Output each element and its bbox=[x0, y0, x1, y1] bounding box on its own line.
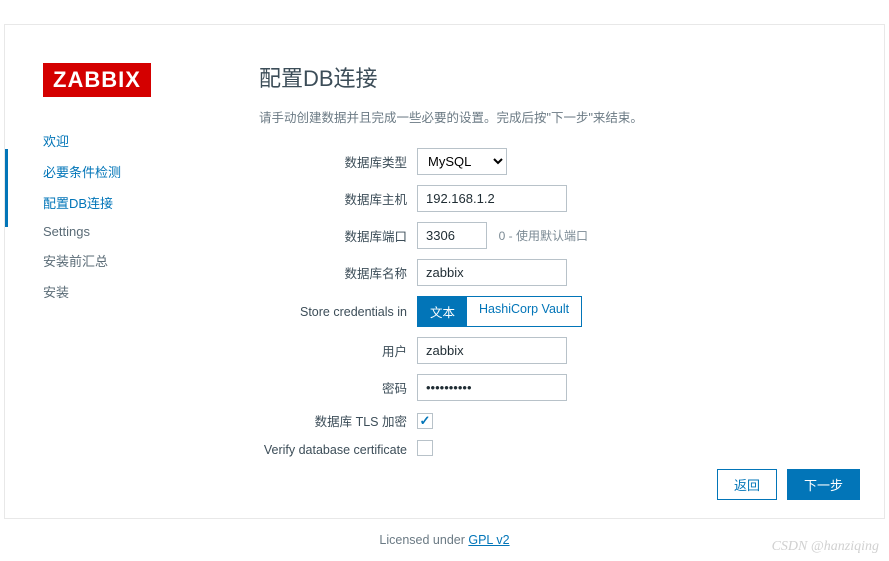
watermark: CSDN @hanziqing bbox=[772, 539, 879, 555]
label-db-type: 数据库类型 bbox=[259, 152, 417, 171]
cred-vault-button[interactable]: HashiCorp Vault bbox=[467, 297, 581, 326]
gpl-link[interactable]: GPL v2 bbox=[468, 533, 509, 547]
tls-checkbox[interactable] bbox=[417, 413, 433, 429]
port-hint: 0 - 使用默认端口 bbox=[499, 229, 588, 243]
nav-summary[interactable]: 安装前汇总 bbox=[43, 245, 235, 276]
db-name-input[interactable] bbox=[417, 259, 567, 286]
next-button[interactable]: 下一步 bbox=[787, 469, 860, 500]
nav-prereq[interactable]: 必要条件检测 bbox=[43, 156, 235, 187]
setup-nav: 欢迎 必要条件检测 配置DB连接 Settings 安装前汇总 安装 bbox=[43, 125, 235, 307]
nav-settings[interactable]: Settings bbox=[43, 218, 235, 245]
label-tls: 数据库 TLS 加密 bbox=[259, 411, 417, 430]
label-store-cred: Store credentials in bbox=[259, 305, 417, 319]
db-password-input[interactable] bbox=[417, 374, 567, 401]
nav-welcome[interactable]: 欢迎 bbox=[43, 125, 235, 156]
license-footer: Licensed under GPL v2 bbox=[4, 533, 885, 547]
label-db-name: 数据库名称 bbox=[259, 263, 417, 282]
label-verify-cert: Verify database certificate bbox=[259, 443, 417, 457]
back-button[interactable]: 返回 bbox=[717, 469, 777, 500]
label-password: 密码 bbox=[259, 378, 417, 397]
label-user: 用户 bbox=[259, 341, 417, 360]
db-port-input[interactable] bbox=[417, 222, 487, 249]
label-db-host: 数据库主机 bbox=[259, 189, 417, 208]
zabbix-logo: ZABBIX bbox=[43, 63, 151, 97]
db-type-select[interactable]: MySQL bbox=[417, 148, 507, 175]
verify-cert-checkbox[interactable] bbox=[417, 440, 433, 456]
db-user-input[interactable] bbox=[417, 337, 567, 364]
cred-segmented: 文本 HashiCorp Vault bbox=[417, 296, 582, 327]
db-host-input[interactable] bbox=[417, 185, 567, 212]
page-title: 配置DB连接 bbox=[259, 61, 854, 93]
cred-plain-button[interactable]: 文本 bbox=[418, 297, 467, 326]
nav-db[interactable]: 配置DB连接 bbox=[43, 187, 235, 218]
label-db-port: 数据库端口 bbox=[259, 226, 417, 245]
nav-install[interactable]: 安装 bbox=[43, 276, 235, 307]
page-desc: 请手动创建数据并且完成一些必要的设置。完成后按"下一步"来结束。 bbox=[259, 107, 854, 126]
